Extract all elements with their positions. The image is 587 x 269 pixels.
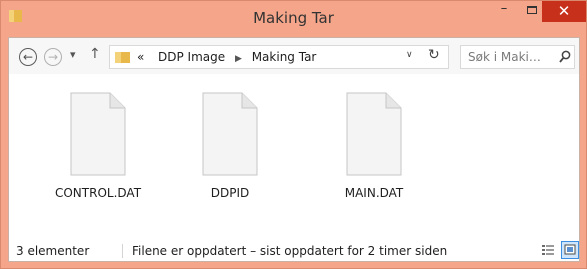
sync-status: Filene er oppdatert – sist oppdatert for… bbox=[132, 244, 448, 258]
close-icon: ✕ bbox=[557, 2, 571, 20]
large-icons-view-icon bbox=[564, 244, 576, 255]
list-item[interactable]: MAIN.DAT bbox=[319, 92, 429, 200]
up-arrow-icon: ↑ bbox=[89, 46, 101, 62]
breadcrumb-separator-icon[interactable]: ▶ bbox=[229, 54, 248, 64]
title-bar[interactable]: Making Tar – ✕ bbox=[1, 1, 586, 37]
forward-arrow-icon: → bbox=[47, 50, 59, 64]
blank-file-icon bbox=[346, 92, 402, 176]
file-name: CONTROL.DAT bbox=[54, 186, 142, 200]
maximize-icon bbox=[527, 6, 537, 14]
breadcrumb-overflow-button[interactable]: « bbox=[137, 50, 144, 64]
large-icons-view-button[interactable] bbox=[561, 241, 579, 259]
back-arrow-icon: ← bbox=[22, 50, 34, 64]
refresh-icon: ↻ bbox=[428, 47, 440, 63]
explorer-client-area: ← → ▾ ↑ « DDP Image ▶ Making Tar ∨ ↻ Søk… bbox=[8, 37, 580, 262]
forward-button[interactable]: → bbox=[44, 48, 62, 66]
file-name: DDPID bbox=[210, 186, 250, 200]
close-button[interactable]: ✕ bbox=[542, 1, 586, 22]
minimize-button[interactable]: – bbox=[491, 1, 517, 22]
recent-locations-button[interactable]: ▾ bbox=[70, 48, 76, 61]
list-item[interactable]: DDPID bbox=[175, 92, 285, 200]
chevron-down-icon: ▾ bbox=[70, 48, 76, 61]
breadcrumb-item-making-tar[interactable]: Making Tar bbox=[252, 50, 317, 64]
file-list: CONTROL.DAT DDPID MAIN.DAT bbox=[9, 74, 579, 241]
explorer-window: Making Tar – ✕ ← → ▾ ↑ « DDP Image ▶ Mak… bbox=[0, 0, 587, 269]
refresh-button[interactable]: ↻ bbox=[428, 47, 440, 63]
back-button[interactable]: ← bbox=[19, 48, 37, 66]
list-item[interactable]: CONTROL.DAT bbox=[43, 92, 153, 200]
details-view-icon[interactable] bbox=[540, 242, 556, 258]
breadcrumb-item-ddp-image[interactable]: DDP Image bbox=[158, 50, 225, 64]
item-count: 3 elementer bbox=[16, 244, 90, 258]
search-input[interactable]: Søk i Maki… bbox=[460, 45, 575, 69]
search-icon bbox=[559, 50, 571, 63]
minimize-icon: – bbox=[500, 1, 508, 16]
up-button[interactable]: ↑ bbox=[89, 46, 101, 62]
address-bar[interactable]: « DDP Image ▶ Making Tar ∨ ↻ bbox=[109, 45, 449, 69]
chevron-down-icon: ∨ bbox=[406, 50, 413, 60]
blank-file-icon bbox=[202, 92, 258, 176]
breadcrumb: « DDP Image ▶ Making Tar bbox=[137, 50, 316, 64]
status-divider bbox=[122, 244, 123, 258]
navigation-bar: ← → ▾ ↑ « DDP Image ▶ Making Tar ∨ ↻ Søk… bbox=[9, 38, 579, 74]
folder-icon bbox=[115, 52, 130, 63]
file-name: MAIN.DAT bbox=[344, 186, 404, 200]
search-placeholder: Søk i Maki… bbox=[468, 50, 541, 64]
status-bar: 3 elementer Filene er oppdatert – sist o… bbox=[9, 241, 579, 261]
blank-file-icon bbox=[70, 92, 126, 176]
address-history-button[interactable]: ∨ bbox=[406, 50, 413, 60]
